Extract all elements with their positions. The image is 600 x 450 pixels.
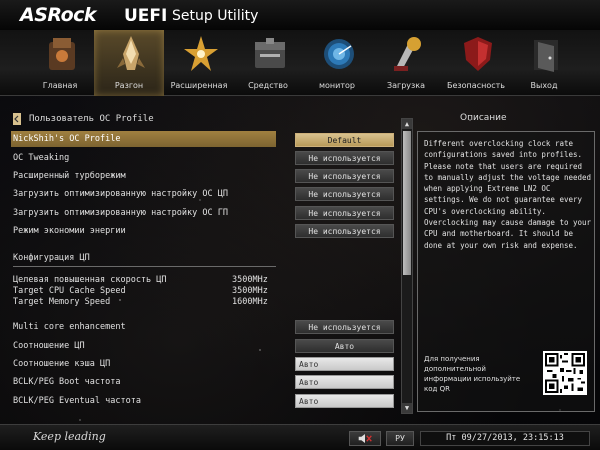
info-value-cache-speed: 3500MHz <box>232 286 268 296</box>
tab-exit[interactable]: Выход <box>509 30 579 96</box>
tab-boot-label: Загрузка <box>386 81 426 90</box>
setting-label-load-cpu-oc[interactable]: Загрузить оптимизированную настройку ОС … <box>13 189 228 199</box>
tab-advanced-label: Расширенная <box>170 81 228 90</box>
setting-label-cache-ratio[interactable]: Соотношение кэша ЦП <box>13 359 110 369</box>
header-bar: ASRock UEFI Setup Utility <box>0 0 600 30</box>
advanced-icon <box>183 34 219 74</box>
setting-value-power-saving[interactable]: Не используется <box>295 224 394 238</box>
main-icon <box>44 34 80 74</box>
qr-code <box>543 351 587 395</box>
speaker-mute-icon <box>358 434 372 443</box>
setting-value-load-gpu-oc[interactable]: Не используется <box>295 206 394 220</box>
setting-label-multi-core[interactable]: Multi core enhancement <box>13 322 126 332</box>
folder-arrow-icon <box>13 113 21 125</box>
setting-value-cpu-ratio[interactable]: Авто <box>295 339 394 353</box>
footer-bar: Keep leading РУ Пт 09/27/2013, 23:15:13 <box>0 424 600 450</box>
datetime-display: Пт 09/27/2013, 23:15:13 <box>420 431 590 446</box>
tab-tool-label: Средство <box>248 81 288 90</box>
main-nav: Главная Разгон Расширенная Средство мони… <box>0 30 600 96</box>
slogan: Keep leading <box>33 430 106 443</box>
setting-label-cpu-ratio[interactable]: Соотношение ЦП <box>13 341 85 351</box>
info-label-cache-speed: Target CPU Cache Speed <box>13 286 126 296</box>
tab-hardware-monitor[interactable]: монитор <box>302 30 372 96</box>
boot-icon <box>390 34 426 74</box>
info-label-memory-speed: Target Memory Speed <box>13 297 111 307</box>
info-value-memory-speed: 1600MHz <box>232 297 268 307</box>
setting-label-oc-profile[interactable]: NickShih's OC Profile <box>13 134 120 144</box>
settings-scrollbar[interactable]: ▲ ▼ <box>401 118 413 414</box>
tab-main-label: Главная <box>42 81 78 90</box>
tab-main[interactable]: Главная <box>25 30 95 96</box>
scroll-down-arrow[interactable]: ▼ <box>402 403 412 413</box>
tab-advanced[interactable]: Расширенная <box>164 30 234 96</box>
setting-value-oc-profile[interactable]: Default <box>295 133 394 147</box>
info-value-cpu-speed: 3500MHz <box>232 275 268 285</box>
scroll-thumb[interactable] <box>403 131 411 275</box>
description-text: Different overclocking clock rate config… <box>424 139 592 250</box>
section-divider <box>13 266 276 267</box>
tab-oc-tweaker[interactable]: Разгон <box>94 30 164 96</box>
scroll-up-arrow[interactable]: ▲ <box>402 119 412 129</box>
setting-value-load-cpu-oc[interactable]: Не используется <box>295 187 394 201</box>
asrock-logo: ASRock <box>20 4 97 26</box>
setting-value-turbo-mode[interactable]: Не используется <box>295 169 394 183</box>
setting-value-bclk-boot[interactable]: Авто <box>295 375 394 389</box>
setting-value-bclk-eventual[interactable]: Авто <box>295 394 394 408</box>
tab-tool[interactable]: Средство <box>233 30 303 96</box>
description-title: Описание <box>460 113 507 123</box>
setting-label-bclk-boot[interactable]: BCLK/PEG Boot частота <box>13 377 120 387</box>
tab-exit-label: Выход <box>530 81 558 90</box>
setting-label-power-saving[interactable]: Режим экономии энергии <box>13 226 126 236</box>
sound-toggle-button[interactable] <box>349 431 381 446</box>
setting-label-load-gpu-oc[interactable]: Загрузить оптимизированную настройку ОС … <box>13 208 228 218</box>
tab-oc-tweaker-label: Разгон <box>114 81 144 90</box>
setup-utility-title: Setup Utility <box>172 8 259 24</box>
setting-value-oc-tweaking[interactable]: Не используется <box>295 151 394 165</box>
cpu-config-title: Конфигурация ЦП <box>13 253 90 263</box>
setting-label-turbo-mode[interactable]: Расширенный турборежим <box>13 171 126 181</box>
setting-label-bclk-eventual[interactable]: BCLK/PEG Eventual частота <box>13 396 141 406</box>
exit-icon <box>528 34 564 74</box>
setting-label-oc-tweaking[interactable]: OC Tweaking <box>13 153 69 163</box>
tab-hardware-monitor-label: монитор <box>319 81 355 90</box>
oc-tweaker-icon <box>113 34 149 74</box>
language-button[interactable]: РУ <box>386 431 414 446</box>
uefi-title: UEFI <box>124 6 168 26</box>
tab-boot[interactable]: Загрузка <box>371 30 441 96</box>
hardware-monitor-icon <box>321 34 357 74</box>
tab-security[interactable]: Безопасность <box>441 30 511 96</box>
breadcrumb-label: Пользователь OC Profile <box>29 114 154 124</box>
qr-caption: Для получения дополнительной информации … <box>424 355 521 393</box>
setting-value-cache-ratio[interactable]: Авто <box>295 357 394 371</box>
setting-value-multi-core[interactable]: Не используется <box>295 320 394 334</box>
tool-icon <box>252 34 288 74</box>
security-icon <box>460 34 496 74</box>
info-label-cpu-speed: Целевая повышенная скорость ЦП <box>13 275 167 285</box>
tab-security-label: Безопасность <box>447 81 505 90</box>
